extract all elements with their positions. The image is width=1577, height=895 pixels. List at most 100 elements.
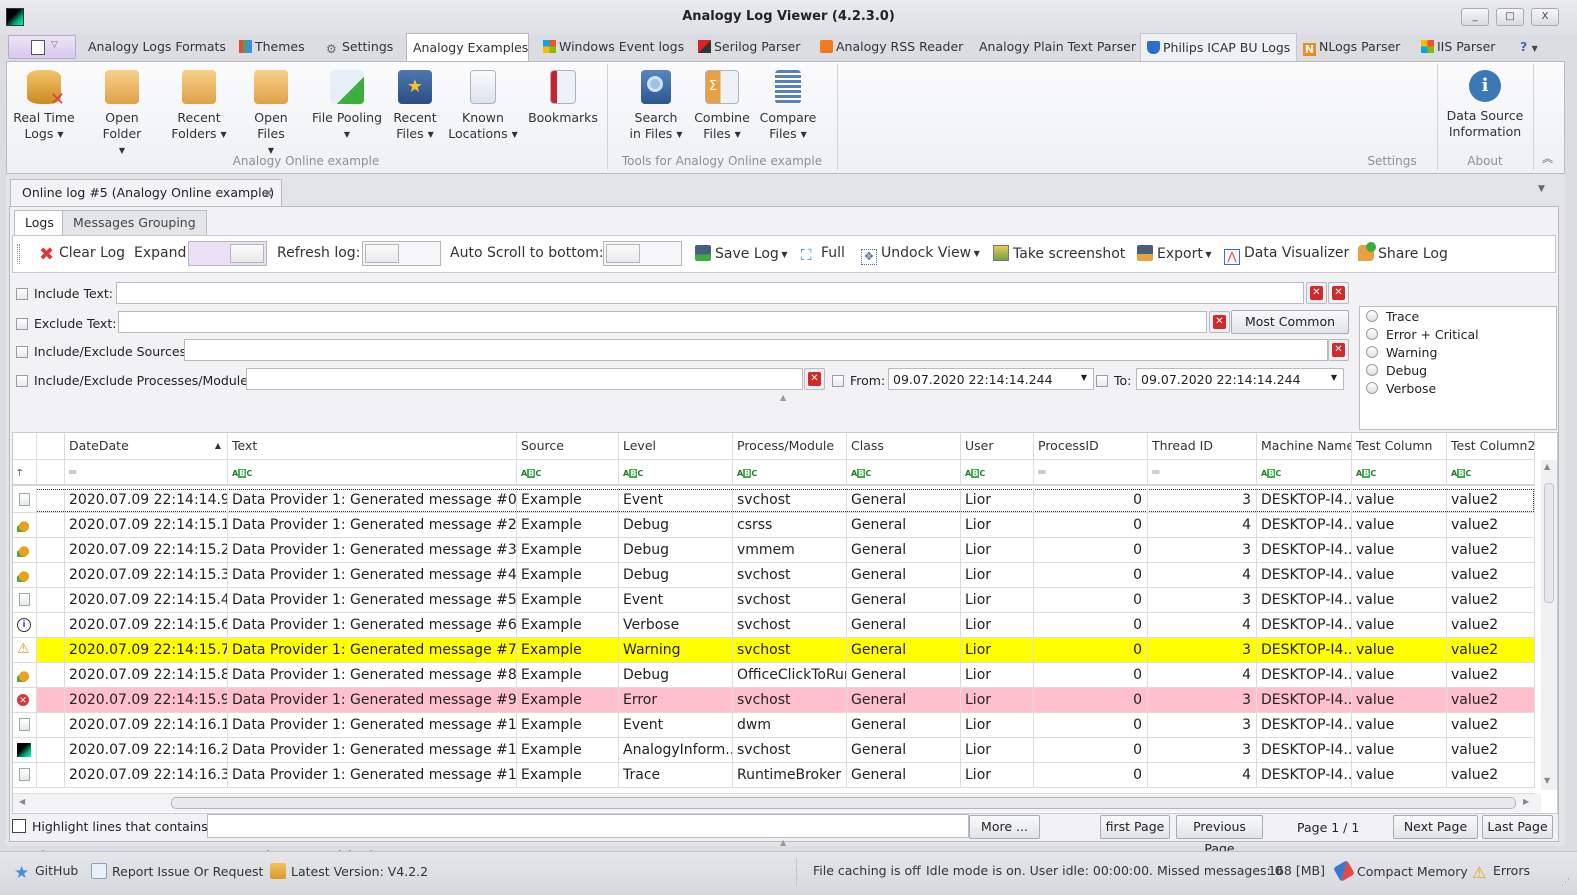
real-time-logs-button[interactable]: ✕ Real Time Logs ▼	[9, 66, 79, 152]
export-button[interactable]: Export ▼	[1137, 245, 1212, 262]
errors-button[interactable]: ⚠ Errors	[1472, 863, 1530, 881]
level-radio-trace[interactable]: Trace	[1366, 309, 1419, 324]
share-log-button[interactable]: Share Log	[1358, 242, 1448, 262]
take-screenshot-button[interactable]: Take screenshot	[993, 245, 1125, 262]
exclude-text-checkbox[interactable]: Exclude Text:	[16, 316, 116, 331]
column-header-process-id[interactable]: ProcessID	[1034, 433, 1148, 459]
full-button[interactable]: ⛶ Full	[801, 245, 845, 263]
compact-memory-button[interactable]: Compact Memory	[1333, 860, 1468, 882]
filter-cell-test-column[interactable]: ABC	[1352, 460, 1447, 484]
tab-logs[interactable]: Logs	[14, 210, 65, 236]
data-visualizer-button[interactable]: ⋀ Data Visualizer	[1224, 245, 1349, 265]
table-row[interactable]: ✕ 2020.07.09 22:14:15.93 Data Provider 1: …	[13, 688, 1535, 713]
include-text-checkbox[interactable]: Include Text:	[16, 286, 113, 301]
vertical-scroll-thumb[interactable]	[1544, 483, 1554, 603]
clear-include-text-button[interactable]	[1306, 282, 1327, 304]
filter-cell-date[interactable]: ═	[65, 460, 228, 484]
scroll-right-icon[interactable]: ▶	[1523, 797, 1529, 806]
column-header-test-column2[interactable]: Test Column2	[1447, 433, 1535, 459]
tab-analogy-logs-formats[interactable]: Analogy Logs Formats	[82, 33, 232, 61]
level-radio-debug[interactable]: Debug	[1366, 363, 1427, 378]
undock-view-button[interactable]: ✥ Undock View ▼	[861, 245, 980, 265]
filter-pin-cell[interactable]: ⍑	[13, 460, 37, 484]
filter-cell-text[interactable]: ABC	[228, 460, 517, 484]
bookmarks-button[interactable]: Bookmarks	[525, 66, 601, 152]
compare-files-button[interactable]: Compare Files ▼	[755, 66, 821, 152]
tab-messages-grouping[interactable]: Messages Grouping	[62, 210, 207, 236]
table-row[interactable]: 2020.07.09 22:14:16.36 Data Provider 1: G…	[13, 763, 1535, 788]
auto-scroll-toggle[interactable]	[603, 241, 682, 266]
tab-serilog-parser[interactable]: Serilog Parser	[692, 33, 806, 61]
sources-input[interactable]	[184, 339, 1328, 361]
minimize-button[interactable]: _	[1461, 8, 1489, 26]
maximize-button[interactable]: □	[1496, 8, 1524, 26]
table-row[interactable]: 2020.07.09 22:14:15.16 Data Provider 1: G…	[13, 513, 1535, 538]
column-header-process-module[interactable]: Process/Module	[733, 433, 847, 459]
scroll-up-icon[interactable]: ▲	[1544, 462, 1550, 471]
save-log-button[interactable]: Save Log ▼	[695, 245, 788, 262]
open-folder-button[interactable]: Open Folder ▼	[85, 66, 159, 155]
next-page-button[interactable]: Next Page	[1393, 815, 1478, 839]
level-radio-error-critical[interactable]: Error + Critical	[1366, 327, 1479, 342]
table-row[interactable]: 2020.07.09 22:14:15.27 Data Provider 1: G…	[13, 538, 1535, 563]
recent-files-button[interactable]: ★ Recent Files ▼	[389, 66, 441, 152]
filter-cell-machine-name[interactable]: ABC	[1257, 460, 1352, 484]
filter-cell-level[interactable]: ABC	[619, 460, 733, 484]
last-page-button[interactable]: Last Page	[1482, 815, 1553, 839]
tab-windows-event-logs[interactable]: Windows Event logs	[537, 33, 690, 61]
table-row[interactable]: 2020.07.09 22:14:14.94 Data Provider 1: G…	[13, 488, 1535, 513]
column-header-level[interactable]: Level	[619, 433, 733, 459]
highlight-checkbox[interactable]: Highlight lines that contains:	[12, 819, 212, 834]
previous-page-button[interactable]: Previous Page	[1176, 815, 1263, 856]
splitter-handle[interactable]: ▲	[780, 838, 786, 847]
column-header-source[interactable]: Source	[517, 433, 619, 459]
scroll-left-icon[interactable]: ◀	[19, 797, 25, 806]
filter-cell-test-column2[interactable]: ABC	[1447, 460, 1535, 484]
known-locations-button[interactable]: Known Locations ▼	[447, 66, 519, 152]
clear-sources-button[interactable]	[1328, 339, 1349, 361]
highlight-input[interactable]	[207, 814, 969, 838]
first-page-button[interactable]: first Page	[1100, 815, 1170, 839]
splitter-handle[interactable]: ▲	[780, 393, 786, 402]
expand-toggle[interactable]	[188, 241, 267, 266]
table-row[interactable]: 2020.07.09 22:14:15.38 Data Provider 1: G…	[13, 563, 1535, 588]
combine-files-button[interactable]: Σ Combine Files ▼	[693, 66, 751, 152]
column-header-test-column[interactable]: Test Column	[1352, 433, 1447, 459]
latest-version-link[interactable]: Latest Version: V4.2.2	[270, 863, 428, 879]
app-menu-button[interactable]: ▽	[8, 35, 76, 59]
scroll-down-icon[interactable]: ▼	[1544, 776, 1550, 785]
filter-cell-source[interactable]: ABC	[517, 460, 619, 484]
from-checkbox[interactable]: From:	[832, 373, 885, 388]
tab-iis-parser[interactable]: IIS Parser	[1415, 33, 1501, 61]
more-button[interactable]: More ...	[969, 815, 1040, 839]
table-row[interactable]: 2020.07.09 22:14:15.82 Data Provider 1: G…	[13, 663, 1535, 688]
column-header-machine-name[interactable]: Machine Name	[1257, 433, 1352, 459]
close-button[interactable]: X	[1531, 8, 1559, 26]
table-row[interactable]: ⚠ 2020.07.09 22:14:15.71 Data Provider 1: …	[13, 638, 1535, 663]
toolbar-grip[interactable]	[17, 244, 20, 264]
file-pooling-button[interactable]: File Pooling ▼	[311, 66, 383, 152]
tab-settings[interactable]: ⚙ Settings	[320, 33, 399, 61]
refresh-log-toggle[interactable]	[362, 241, 441, 266]
tab-nlogs-parser[interactable]: N NLogs Parser	[1297, 33, 1406, 61]
to-date-picker[interactable]: 09.07.2020 22:14:14.244 ▼	[1136, 368, 1344, 390]
column-header-text[interactable]: Text	[228, 433, 517, 459]
tab-analogy-examples[interactable]: Analogy Examples	[406, 33, 529, 62]
filter-options-button[interactable]: ⏷	[1328, 282, 1349, 304]
clear-exclude-text-button[interactable]	[1209, 311, 1230, 333]
filter-cell-process-id[interactable]: ═	[1034, 460, 1148, 484]
processes-input[interactable]	[246, 368, 803, 390]
document-tab[interactable]: Online log #5 (Analogy Online example) ×	[10, 179, 282, 207]
report-issue-link[interactable]: Report Issue Or Request	[91, 863, 263, 879]
from-date-picker[interactable]: 09.07.2020 22:14:14.244 ▼	[888, 368, 1094, 390]
level-radio-warning[interactable]: Warning	[1366, 345, 1437, 360]
tab-philips-icap[interactable]: Philips ICAP BU Logs	[1140, 33, 1298, 61]
most-common-button[interactable]: Most Common	[1231, 310, 1349, 334]
clear-processes-button[interactable]	[804, 368, 825, 390]
table-row[interactable]: 2020.07.09 22:14:16.15 Data Provider 1: G…	[13, 713, 1535, 738]
processes-checkbox[interactable]: Include/Exclude Processes/Modules:	[16, 373, 259, 388]
to-checkbox[interactable]: To:	[1096, 373, 1131, 388]
clear-log-button[interactable]: ✖ Clear Log	[39, 245, 125, 264]
level-radio-verbose[interactable]: Verbose	[1366, 381, 1436, 396]
column-header-date[interactable]: DateDate ▲	[65, 433, 228, 459]
